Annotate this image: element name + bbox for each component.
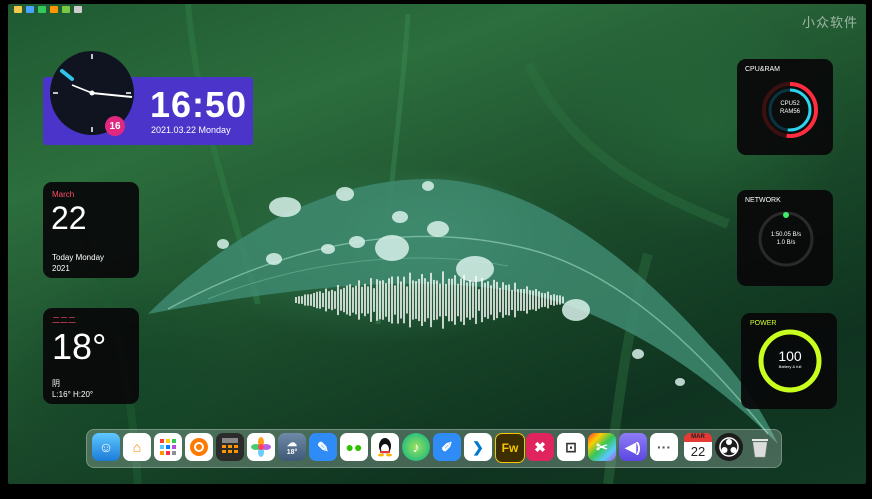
screenshot-icon[interactable]: ⊡ — [557, 433, 585, 461]
network-title: NETWORK — [745, 197, 781, 204]
power-values: 100 Battery & full — [766, 348, 814, 370]
cpu-value: CPU52 — [780, 101, 800, 107]
network-up: 1:50.05 B/s — [770, 232, 802, 238]
app-tray-icon[interactable] — [50, 6, 58, 13]
calendar-day: 22 — [51, 200, 87, 236]
weather-temp: 18° — [52, 326, 107, 367]
home-icon[interactable]: ⌂ — [123, 433, 151, 461]
ram-value: RAM56 — [779, 109, 800, 115]
trash-icon[interactable] — [746, 433, 774, 461]
day-badge: 16 — [105, 116, 125, 136]
color-icon[interactable]: ✂ — [588, 433, 616, 461]
network-down: 1.0 B/s — [776, 240, 796, 246]
dock-cal-month: MAR — [684, 433, 712, 442]
obs-icon[interactable] — [715, 433, 743, 461]
launchpad-icon[interactable] — [154, 433, 182, 461]
digital-time: 16:50 — [150, 84, 248, 125]
app-tray-icon[interactable] — [62, 6, 70, 13]
calendar-weekday: Today Monday — [52, 253, 105, 262]
weather-app-icon[interactable]: ☁ 18° — [278, 433, 306, 461]
firefox-icon[interactable] — [185, 433, 213, 461]
calendar-month: March — [52, 190, 75, 199]
wechat-icon[interactable]: ●● — [340, 433, 368, 461]
cpu-ram-title: CPU&RAM — [745, 66, 781, 73]
system-tray — [14, 6, 82, 13]
app-tray-icon[interactable] — [74, 6, 82, 13]
calendar-subtext: Today Monday 2021 — [52, 252, 104, 274]
weather-range: L:16° H:20° — [52, 390, 94, 399]
calendar-year: 2021 — [52, 264, 70, 273]
cpu-ram-values: CPU52 RAM56 — [770, 100, 810, 116]
watermark: 小众软件 — [801, 16, 858, 31]
photos-icon[interactable] — [247, 433, 275, 461]
desktop: 小众软件 16 16:50 2021.03.22 Monday March 22… — [0, 0, 872, 499]
audio-icon[interactable]: ◀) — [619, 433, 647, 461]
calendar-app-icon[interactable]: MAR 22 — [684, 433, 712, 461]
weather-condition: 阴 — [52, 379, 60, 388]
pen-icon[interactable]: ✐ — [433, 433, 461, 461]
folder-icon[interactable] — [14, 6, 22, 13]
notes-icon[interactable]: ✎ — [309, 433, 337, 461]
music-icon[interactable]: ♪ — [402, 433, 430, 461]
battery-percent: 100 — [778, 348, 802, 364]
weather-city: 二二二 — [52, 316, 76, 325]
dock-weather-temp: 18° — [286, 449, 298, 456]
battery-status: Battery & full — [778, 364, 802, 369]
app-tray-icon[interactable] — [38, 6, 46, 13]
vscode-icon[interactable]: ❯ — [464, 433, 492, 461]
cloud-icon: ☁ — [287, 438, 297, 449]
qq-icon[interactable] — [371, 433, 399, 461]
date-text: 2021.03.22 Monday — [151, 125, 231, 135]
network-indicator — [783, 212, 789, 218]
more-icon[interactable]: ··· — [650, 433, 678, 461]
power-title: POWER — [750, 320, 777, 327]
fireworks-icon[interactable]: Fw — [495, 433, 525, 463]
xmind-icon[interactable]: ✖ — [526, 433, 554, 461]
calculator-icon[interactable] — [216, 433, 244, 461]
network-values: 1:50.05 B/s 1.0 B/s — [762, 231, 810, 247]
app-tray-icon[interactable] — [26, 6, 34, 13]
dock-cal-day: 22 — [690, 443, 706, 459]
finder-icon[interactable]: ☺ — [92, 433, 120, 461]
